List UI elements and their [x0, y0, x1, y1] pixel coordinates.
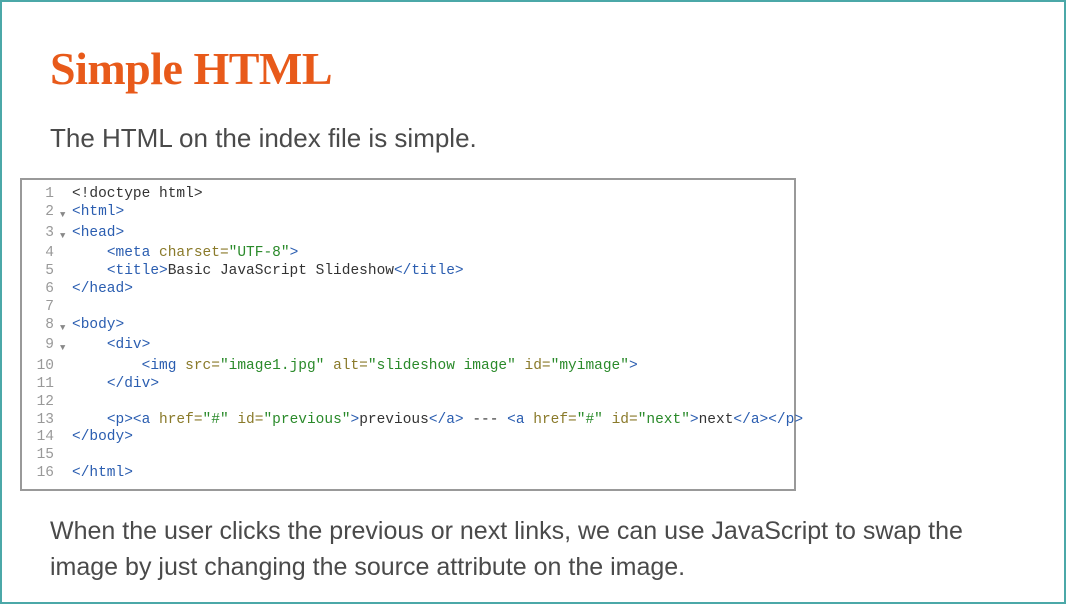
code-content: <p><a href="#" id="previous">previous</a…: [72, 412, 803, 430]
fold-toggle-icon: [60, 465, 72, 483]
line-number: 10: [22, 358, 60, 376]
fold-toggle-icon: [60, 429, 72, 447]
fold-toggle-icon: [60, 245, 72, 263]
code-line: 2▼<html>: [22, 204, 794, 225]
line-number: 7: [22, 299, 60, 317]
fold-toggle-icon[interactable]: ▼: [60, 317, 72, 338]
slide-title: Simple HTML: [50, 42, 1016, 95]
code-line: 16 </html>: [22, 465, 794, 483]
code-content: <!doctype html>: [72, 186, 794, 204]
line-number: 1: [22, 186, 60, 204]
fold-toggle-icon: [60, 376, 72, 394]
fold-toggle-icon: [60, 281, 72, 299]
code-content: [72, 299, 794, 317]
code-content: <body>: [72, 317, 794, 338]
code-content: </div>: [72, 376, 794, 394]
code-line: 15: [22, 447, 794, 465]
code-content: <div>: [72, 337, 794, 358]
line-number: 11: [22, 376, 60, 394]
fold-toggle-icon: [60, 358, 72, 376]
slide-container: Simple HTML The HTML on the index file i…: [2, 2, 1064, 605]
code-line: 9▼ <div>: [22, 337, 794, 358]
line-number: 16: [22, 465, 60, 483]
code-line: 5 <title>Basic JavaScript Slideshow</tit…: [22, 263, 794, 281]
code-editor-box: 1<!doctype html>2▼<html>3▼<head>4 <meta …: [20, 178, 796, 491]
code-line: 11 </div>: [22, 376, 794, 394]
code-line: 6 </head>: [22, 281, 794, 299]
fold-toggle-icon: [60, 412, 72, 430]
intro-text: The HTML on the index file is simple.: [50, 123, 1016, 154]
code-line: 4 <meta charset="UTF-8">: [22, 245, 794, 263]
footer-text: When the user clicks the previous or nex…: [50, 513, 1016, 586]
code-line: 10 <img src="image1.jpg" alt="slideshow …: [22, 358, 794, 376]
line-number: 14: [22, 429, 60, 447]
line-number: 13: [22, 412, 60, 430]
fold-toggle-icon: [60, 299, 72, 317]
line-number: 4: [22, 245, 60, 263]
fold-toggle-icon[interactable]: ▼: [60, 225, 72, 246]
code-content: <title>Basic JavaScript Slideshow</title…: [72, 263, 794, 281]
code-content: [72, 447, 794, 465]
code-content: </body>: [72, 429, 794, 447]
line-number: 8: [22, 317, 60, 338]
code-line: 8▼<body>: [22, 317, 794, 338]
line-number: 9: [22, 337, 60, 358]
fold-toggle-icon[interactable]: ▼: [60, 337, 72, 358]
fold-toggle-icon: [60, 263, 72, 281]
line-number: 5: [22, 263, 60, 281]
code-content: <html>: [72, 204, 794, 225]
code-line: 3▼<head>: [22, 225, 794, 246]
code-line: 13 <p><a href="#" id="previous">previous…: [22, 412, 794, 430]
code-line: 12: [22, 394, 794, 412]
code-content: <img src="image1.jpg" alt="slideshow ima…: [72, 358, 794, 376]
code-content: </html>: [72, 465, 794, 483]
code-content: [72, 394, 794, 412]
line-number: 3: [22, 225, 60, 246]
code-content: <meta charset="UTF-8">: [72, 245, 794, 263]
fold-toggle-icon: [60, 394, 72, 412]
line-number: 15: [22, 447, 60, 465]
line-number: 6: [22, 281, 60, 299]
fold-toggle-icon: [60, 447, 72, 465]
line-number: 12: [22, 394, 60, 412]
line-number: 2: [22, 204, 60, 225]
fold-toggle-icon: [60, 186, 72, 204]
fold-toggle-icon[interactable]: ▼: [60, 204, 72, 225]
code-line: 7: [22, 299, 794, 317]
code-content: </head>: [72, 281, 794, 299]
code-line: 1 <!doctype html>: [22, 186, 794, 204]
code-content: <head>: [72, 225, 794, 246]
code-line: 14 </body>: [22, 429, 794, 447]
